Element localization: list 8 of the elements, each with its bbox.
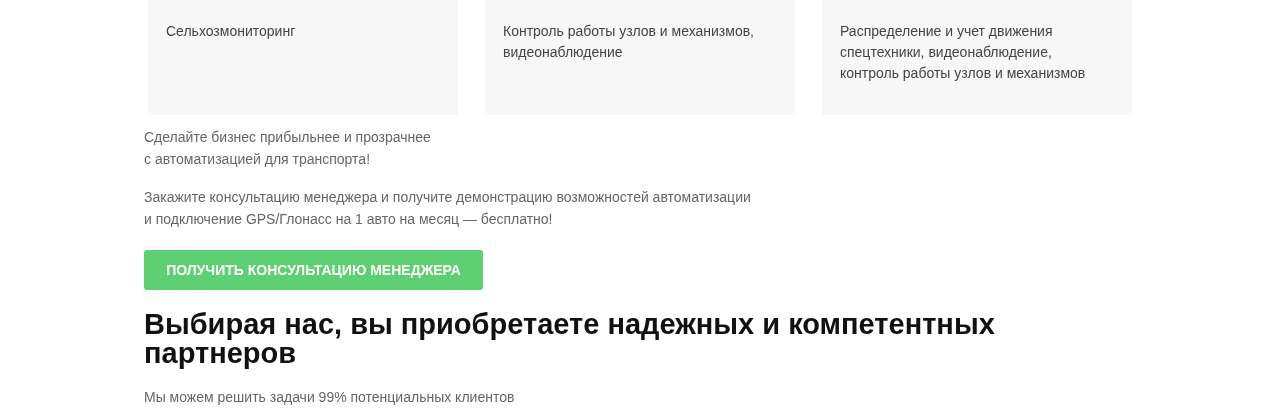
offer-text: Закажите консультацию менеджера и получите демонстрацию возможностей автоматизации и подключение GPS/Глонасс на 1 авто на месяц — бесплатно! bbox=[144, 188, 752, 229]
card-description: Контроль работы узлов и механизмов, видеонаблюдение bbox=[503, 22, 755, 62]
promo-text: Сделайте бизнес прибыльнее и прозрачнее с автоматизацией для транспорта! bbox=[144, 128, 432, 169]
card-description: Сельхозмониторинг bbox=[166, 22, 297, 41]
section-subtitle: Мы можем решить задачи 99% потенциальных клиентов bbox=[144, 388, 516, 407]
consultation-button[interactable]: ПОЛУЧИТЬ КОНСУЛЬТАЦИЮ МЕНЕДЖЕРА bbox=[144, 250, 483, 290]
section-heading: Выбирая нас, вы приобретаете надежных и компетентных партнеров bbox=[144, 310, 996, 368]
card-description: Распределение и учет движения спецтехники, видеонаблюдение, контроль работы узлов и механизмов bbox=[840, 22, 1087, 83]
